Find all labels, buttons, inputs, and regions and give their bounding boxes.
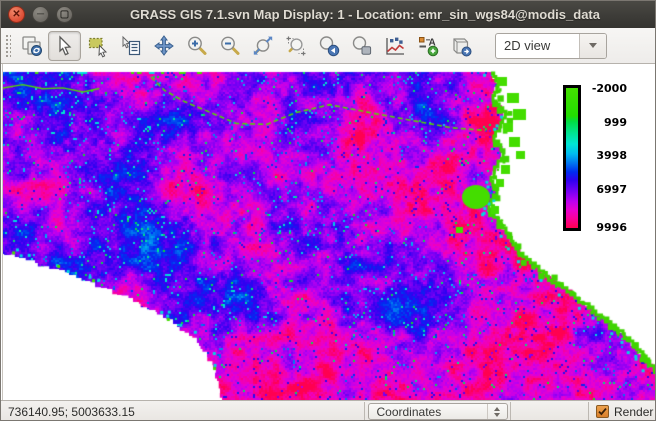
statusbar: 736140.95; 5003633.15 Coordinates Render xyxy=(1,400,656,421)
statusbar-spacer xyxy=(511,402,589,421)
render-checkbox[interactable] xyxy=(596,405,609,418)
render-label: Render xyxy=(614,405,653,419)
zoom-back-button[interactable] xyxy=(312,31,345,61)
close-button[interactable]: ✕ xyxy=(8,6,25,23)
zoom-extent-button[interactable] xyxy=(246,31,279,61)
zoom-in-button[interactable] xyxy=(180,31,213,61)
add-map-elements-icon: A xyxy=(416,34,440,58)
render-toggle[interactable]: Render xyxy=(589,402,656,421)
zoom-in-icon xyxy=(185,34,209,58)
export-display-icon xyxy=(449,34,473,58)
statusbar-mode-value: Coordinates xyxy=(369,405,487,419)
map-toolbar: A 2D view xyxy=(1,28,656,64)
query-button[interactable] xyxy=(114,31,147,61)
legend-color-bar xyxy=(563,85,581,231)
pointer-button[interactable] xyxy=(48,31,81,61)
legend-label-3: 3998 xyxy=(585,149,627,162)
minimize-button[interactable]: ─ xyxy=(32,6,49,23)
pan-button[interactable] xyxy=(147,31,180,61)
legend-label-2: 999 xyxy=(585,116,627,129)
zoom-out-button[interactable] xyxy=(213,31,246,61)
zoom-options-button[interactable] xyxy=(345,31,378,61)
pan-icon xyxy=(152,34,176,58)
map-display-canvas[interactable] xyxy=(3,64,655,400)
chevron-down-icon xyxy=(589,43,597,48)
check-icon xyxy=(597,406,608,417)
view-mode-value: 2D view xyxy=(496,34,579,58)
statusbar-mode-section: Coordinates xyxy=(365,402,511,421)
zoom-out-icon xyxy=(218,34,242,58)
render-display-button[interactable] xyxy=(15,31,48,61)
analyze-button[interactable] xyxy=(378,31,411,61)
analyze-icon xyxy=(383,34,407,58)
zoom-extent-icon xyxy=(251,34,275,58)
raster-legend: -2000 999 3998 6997 9996 xyxy=(561,83,633,243)
zoom-back-icon xyxy=(317,34,341,58)
maximize-button[interactable]: ▢ xyxy=(56,6,73,23)
statusbar-mode-select[interactable]: Coordinates xyxy=(368,403,508,420)
pointer-icon xyxy=(53,34,77,58)
zoom-options-icon xyxy=(350,34,374,58)
view-mode-dropdown-button[interactable] xyxy=(579,34,606,58)
legend-label-max: 9996 xyxy=(585,221,627,234)
select-features-button[interactable] xyxy=(81,31,114,61)
zoom-region-button[interactable] xyxy=(279,31,312,61)
spinner-arrows-icon[interactable] xyxy=(487,404,507,419)
render-display-icon xyxy=(20,34,44,58)
export-display-button[interactable] xyxy=(444,31,477,61)
query-icon xyxy=(119,34,143,58)
toolbar-drag-handle[interactable] xyxy=(4,33,11,59)
legend-label-min: -2000 xyxy=(585,82,627,95)
window-title: GRASS GIS 7.1.svn Map Display: 1 - Locat… xyxy=(81,7,649,22)
titlebar: ✕ ─ ▢ GRASS GIS 7.1.svn Map Display: 1 -… xyxy=(1,1,656,28)
zoom-region-icon xyxy=(284,34,308,58)
legend-label-4: 6997 xyxy=(585,183,627,196)
add-map-elements-button[interactable]: A xyxy=(411,31,444,61)
grass-map-display-window: ✕ ─ ▢ GRASS GIS 7.1.svn Map Display: 1 -… xyxy=(0,0,656,421)
coordinate-readout: 736140.95; 5003633.15 xyxy=(2,402,365,421)
view-mode-select[interactable]: 2D view xyxy=(495,33,607,59)
select-features-icon xyxy=(86,34,110,58)
